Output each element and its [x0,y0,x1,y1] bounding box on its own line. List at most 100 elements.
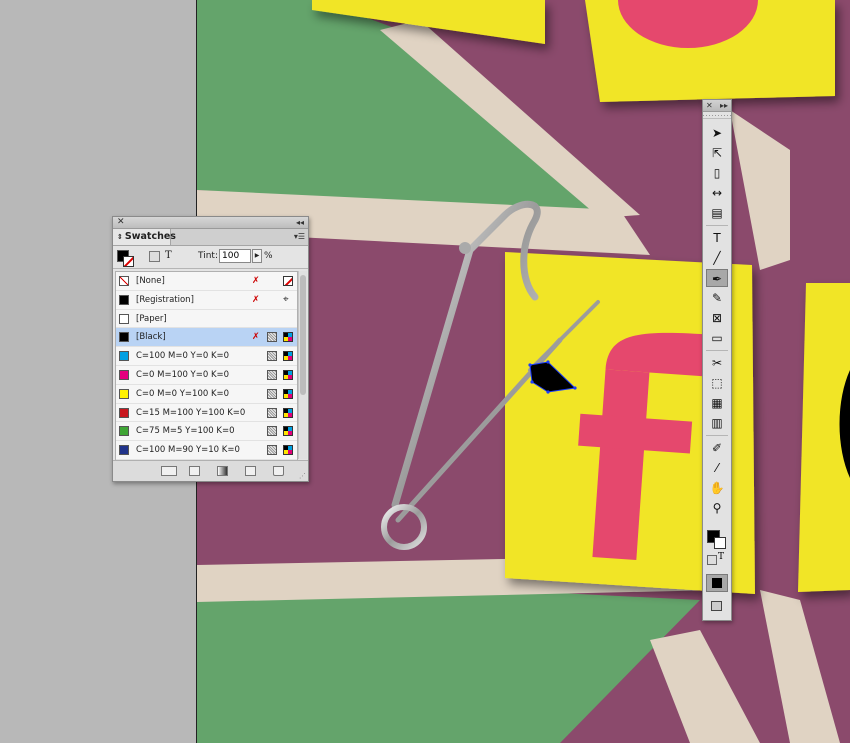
rectangle-tool-icon[interactable]: ▭ [706,329,728,347]
swatch-row[interactable]: [Black] ✗ [116,328,297,348]
hand-tool-icon[interactable]: ✋ [706,479,728,497]
panel-menu-icon[interactable]: ▾☰ [294,232,305,241]
close-icon[interactable]: ✕ [117,217,125,228]
swatch-name: C=0 M=100 Y=0 K=0 [136,369,230,380]
formatting-container-icon[interactable] [149,251,160,262]
swatch-name: C=75 M=5 Y=100 K=0 [136,426,235,437]
swatch-row[interactable]: C=15 M=100 Y=100 K=0 [116,404,297,423]
free-transform-icon[interactable]: ⬚ [706,374,728,392]
gradient-swatch-icon[interactable]: ▦ [706,394,728,412]
no-edit-icon: ✗ [252,294,260,305]
swatches-bottom-bar: ⋰ [113,460,308,481]
tools-container-icon[interactable] [707,555,717,565]
process-color-icon [283,426,293,437]
show-gradient-swatches-icon[interactable] [217,466,228,476]
tab-swatches[interactable]: ⇕ Swatches [113,229,176,245]
gradient-feather-icon[interactable]: ▥ [706,414,728,432]
close-icon[interactable]: ✕ [706,100,713,111]
registration-icon: ⌖ [283,293,289,305]
tools-panel-titlebar[interactable]: ✕ ▸▸ [703,100,731,112]
screen-mode-icon [711,601,722,611]
swatch-color-chip [119,276,129,286]
process-color-icon [283,388,293,399]
swatch-name: C=15 M=100 Y=100 K=0 [136,407,246,418]
fill-stroke-swatch[interactable] [117,250,134,267]
swatch-name: [Registration] [136,294,194,305]
scroll-thumb[interactable] [300,275,306,395]
swatch-name: [Black] [136,332,166,343]
tools-text-icon[interactable]: T [718,552,724,562]
swatch-row[interactable]: C=100 M=90 Y=10 K=0 [116,441,297,460]
expand-icon[interactable]: ▸▸ [720,100,728,111]
swatch-list-scrollbar[interactable] [298,271,307,459]
cmyk-mode-icon [267,426,277,437]
pencil-tool-icon[interactable]: ✎ [706,289,728,307]
swatch-row[interactable]: C=0 M=100 Y=0 K=0 [116,366,297,385]
swatch-row[interactable]: [None] ✗ [116,272,297,291]
type-tool-icon[interactable]: T [706,229,728,247]
swatch-color-chip [119,445,129,456]
swatches-panel: ✕ ◂◂ ⇕Swatches ▾☰ T Tint: ▶ % [None]✗[Re… [112,216,309,482]
swatch-row[interactable]: C=100 M=0 Y=0 K=0 [116,347,297,366]
swatch-row[interactable]: C=0 M=0 Y=100 K=0 [116,385,297,404]
formatting-text-icon[interactable]: T [165,250,172,261]
rectangle-frame-icon[interactable]: ⊠ [706,309,728,327]
swatch-color-chip [119,369,129,380]
swatch-name: [Paper] [136,313,167,324]
delete-swatch-icon[interactable] [273,466,284,476]
tools-panel: ✕ ▸▸ ➤ ⇱ ▯ ↔ ▤ T ╱ ✒ ✎ ⊠ ▭ ✂ ⬚ ▦ ▥ ✐ ⁄ ✋ ⚲ T [702,99,732,621]
swatch-color-chip [119,313,129,324]
normal-view-mode-button[interactable] [706,574,728,592]
updown-icon: ⇕ [117,233,123,241]
collapse-icon[interactable]: ◂◂ [296,217,304,228]
content-collector-icon[interactable]: ▤ [706,204,728,222]
pen-tool-icon[interactable]: ✒ [706,269,728,287]
gap-tool-icon[interactable]: ↔ [706,184,728,202]
eyedropper-icon[interactable]: ⁄ [706,459,728,477]
screen-mode-button[interactable] [706,598,728,616]
process-color-icon [283,407,293,418]
tint-dropdown-icon[interactable]: ▶ [252,249,262,263]
tint-label: Tint: [198,251,218,261]
tools-grip[interactable] [703,112,731,119]
swatches-panel-titlebar[interactable]: ✕ ◂◂ [113,217,308,229]
tab-swatches-label: Swatches [124,231,176,242]
swatch-row[interactable]: C=75 M=5 Y=100 K=0 [116,422,297,442]
tool-separator [706,225,728,226]
no-edit-icon: ✗ [252,332,260,343]
show-swatches-icon[interactable] [161,466,177,476]
swatch-row[interactable]: [Registration] ✗ ⌖ [116,291,297,310]
swatch-name: C=100 M=90 Y=10 K=0 [136,445,240,456]
selection-arrow-icon[interactable]: ➤ [706,124,728,142]
tools-stroke-square[interactable] [714,537,726,549]
swatch-color-chip [119,294,129,305]
scissors-icon[interactable]: ✂ [706,354,728,372]
cmyk-mode-icon [267,332,277,343]
swatch-color-chip [119,332,129,343]
stroke-square[interactable] [123,256,134,267]
normal-view-icon [712,578,722,588]
tools-fill-stroke[interactable] [707,530,727,550]
swatch-name: C=0 M=0 Y=100 K=0 [136,388,230,399]
line-tool-icon[interactable]: ╱ [706,249,728,267]
swatch-row[interactable]: [Paper] [116,310,297,329]
cmyk-mode-icon [267,351,277,362]
note-tool-icon[interactable]: ✐ [706,439,728,457]
process-color-icon [283,369,293,380]
new-swatch-icon[interactable] [245,466,256,476]
no-edit-icon: ✗ [252,276,260,286]
swatch-color-chip [119,388,129,399]
none-type-icon [283,276,293,286]
swatch-name: C=100 M=0 Y=0 K=0 [136,351,230,362]
show-color-swatches-icon[interactable] [189,466,200,476]
direct-selection-icon[interactable]: ⇱ [706,144,728,162]
tool-separator [706,350,728,351]
page-tool-icon[interactable]: ▯ [706,164,728,182]
zoom-tool-icon[interactable]: ⚲ [706,499,728,517]
tint-input[interactable] [219,249,251,263]
tint-percent-label: % [264,251,273,261]
cmyk-mode-icon [267,369,277,380]
resize-grip-icon[interactable]: ⋰ [299,472,306,480]
swatch-color-chip [119,407,129,418]
process-color-icon [283,332,293,343]
